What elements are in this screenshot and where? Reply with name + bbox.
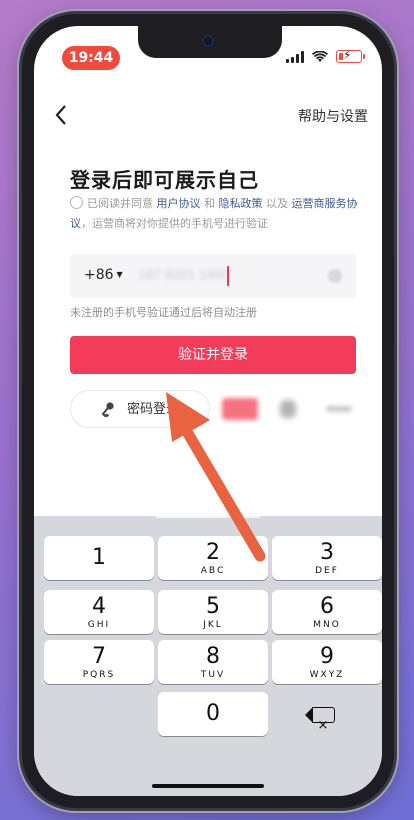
key-digit: 7 xyxy=(92,644,106,669)
key-digit: 9 xyxy=(320,644,334,669)
agreement-and: 和 xyxy=(204,197,215,210)
agreement-text: 已阅读并同意 用户协议 和 隐私政策 以及 运营商服务协议，运营商将对你提供的手… xyxy=(70,194,370,234)
key-4[interactable]: 4 GHI xyxy=(44,590,154,634)
agreement-suffix: ，运营商将对你提供的手机号进行验证 xyxy=(81,217,268,230)
help-settings-link[interactable]: 帮助与设置 xyxy=(298,106,368,126)
key-digit: 5 xyxy=(206,594,220,619)
password-login-label: 密码登录 xyxy=(127,402,180,417)
home-indicator xyxy=(152,784,264,788)
clear-input-icon[interactable] xyxy=(328,269,342,283)
key-digit: 6 xyxy=(320,594,334,619)
signal-icon xyxy=(286,50,304,63)
verify-login-button[interactable]: 验证并登录 xyxy=(70,336,356,374)
wifi-icon xyxy=(312,50,328,62)
country-code: +86 xyxy=(84,267,114,283)
agreement-prefix: 已阅读并同意 xyxy=(87,197,153,210)
key-3[interactable]: 3 DEF xyxy=(272,536,382,580)
phone-input-row[interactable]: +86 ▼ 187 8201 1495 xyxy=(70,254,356,298)
key-digit: 0 xyxy=(206,701,220,726)
key-5[interactable]: 5 JKL xyxy=(158,590,268,634)
agreement-and2: 以及 xyxy=(266,197,288,210)
country-code-select[interactable]: +86 ▼ xyxy=(84,267,123,283)
key-2[interactable]: 2 ABC xyxy=(158,536,268,580)
phone-screen: 19:44 ⚡ 帮助与设置 登录后即可展示自己 已阅读并同意 用户协议 和 隐私… xyxy=(34,26,382,796)
key-letters: PQRS xyxy=(82,670,116,680)
key-7[interactable]: 7 PQRS xyxy=(44,640,154,684)
key-digit: 3 xyxy=(320,540,334,565)
key-letters: TUV xyxy=(200,670,226,680)
phone-number-input[interactable]: 187 8201 1495 xyxy=(138,268,230,282)
phone-frame: 19:44 ⚡ 帮助与设置 登录后即可展示自己 已阅读并同意 用户协议 和 隐私… xyxy=(22,14,394,808)
chevron-left-icon xyxy=(55,105,66,125)
key-1[interactable]: 1 xyxy=(44,536,154,580)
key-digit: 2 xyxy=(206,540,220,565)
apple-login-icon[interactable] xyxy=(280,400,296,418)
keyboard-grip xyxy=(156,516,260,518)
password-login-button[interactable]: 密码登录 xyxy=(70,390,210,428)
user-agreement-link[interactable]: 用户协议 xyxy=(157,197,201,210)
key-6[interactable]: 6 MNO xyxy=(272,590,382,634)
delete-key[interactable] xyxy=(268,692,378,748)
key-digit: 1 xyxy=(92,545,106,570)
key-letters: DEF xyxy=(315,566,339,576)
notch xyxy=(138,26,282,58)
key-letters: GHI xyxy=(87,620,111,630)
text-cursor xyxy=(227,266,229,286)
key-letters: WXYZ xyxy=(309,670,345,680)
other-login-icon[interactable] xyxy=(222,398,258,420)
privacy-policy-link[interactable]: 隐私政策 xyxy=(219,197,263,210)
key-letters: JKL xyxy=(203,620,223,630)
register-hint: 未注册的手机号验证通过后将自动注册 xyxy=(70,306,257,319)
key-8[interactable]: 8 TUV xyxy=(158,640,268,684)
key-icon xyxy=(101,391,115,444)
battery-icon: ⚡ xyxy=(336,48,365,63)
key-0[interactable]: 0 xyxy=(158,692,268,736)
status-time: 19:44 xyxy=(62,46,120,70)
key-letters: MNO xyxy=(313,620,341,630)
key-9[interactable]: 9 WXYZ xyxy=(272,640,382,684)
key-letters: ABC xyxy=(200,566,226,576)
back-button[interactable] xyxy=(54,104,68,130)
caret-down-icon: ▼ xyxy=(116,270,123,279)
more-icon[interactable] xyxy=(326,406,352,412)
front-camera xyxy=(202,35,214,47)
key-digit: 8 xyxy=(206,644,220,669)
backspace-icon xyxy=(304,704,335,748)
status-icons: ⚡ xyxy=(286,48,365,63)
key-digit: 4 xyxy=(92,594,106,619)
agree-checkbox[interactable] xyxy=(70,196,83,209)
page-title: 登录后即可展示自己 xyxy=(70,168,259,192)
